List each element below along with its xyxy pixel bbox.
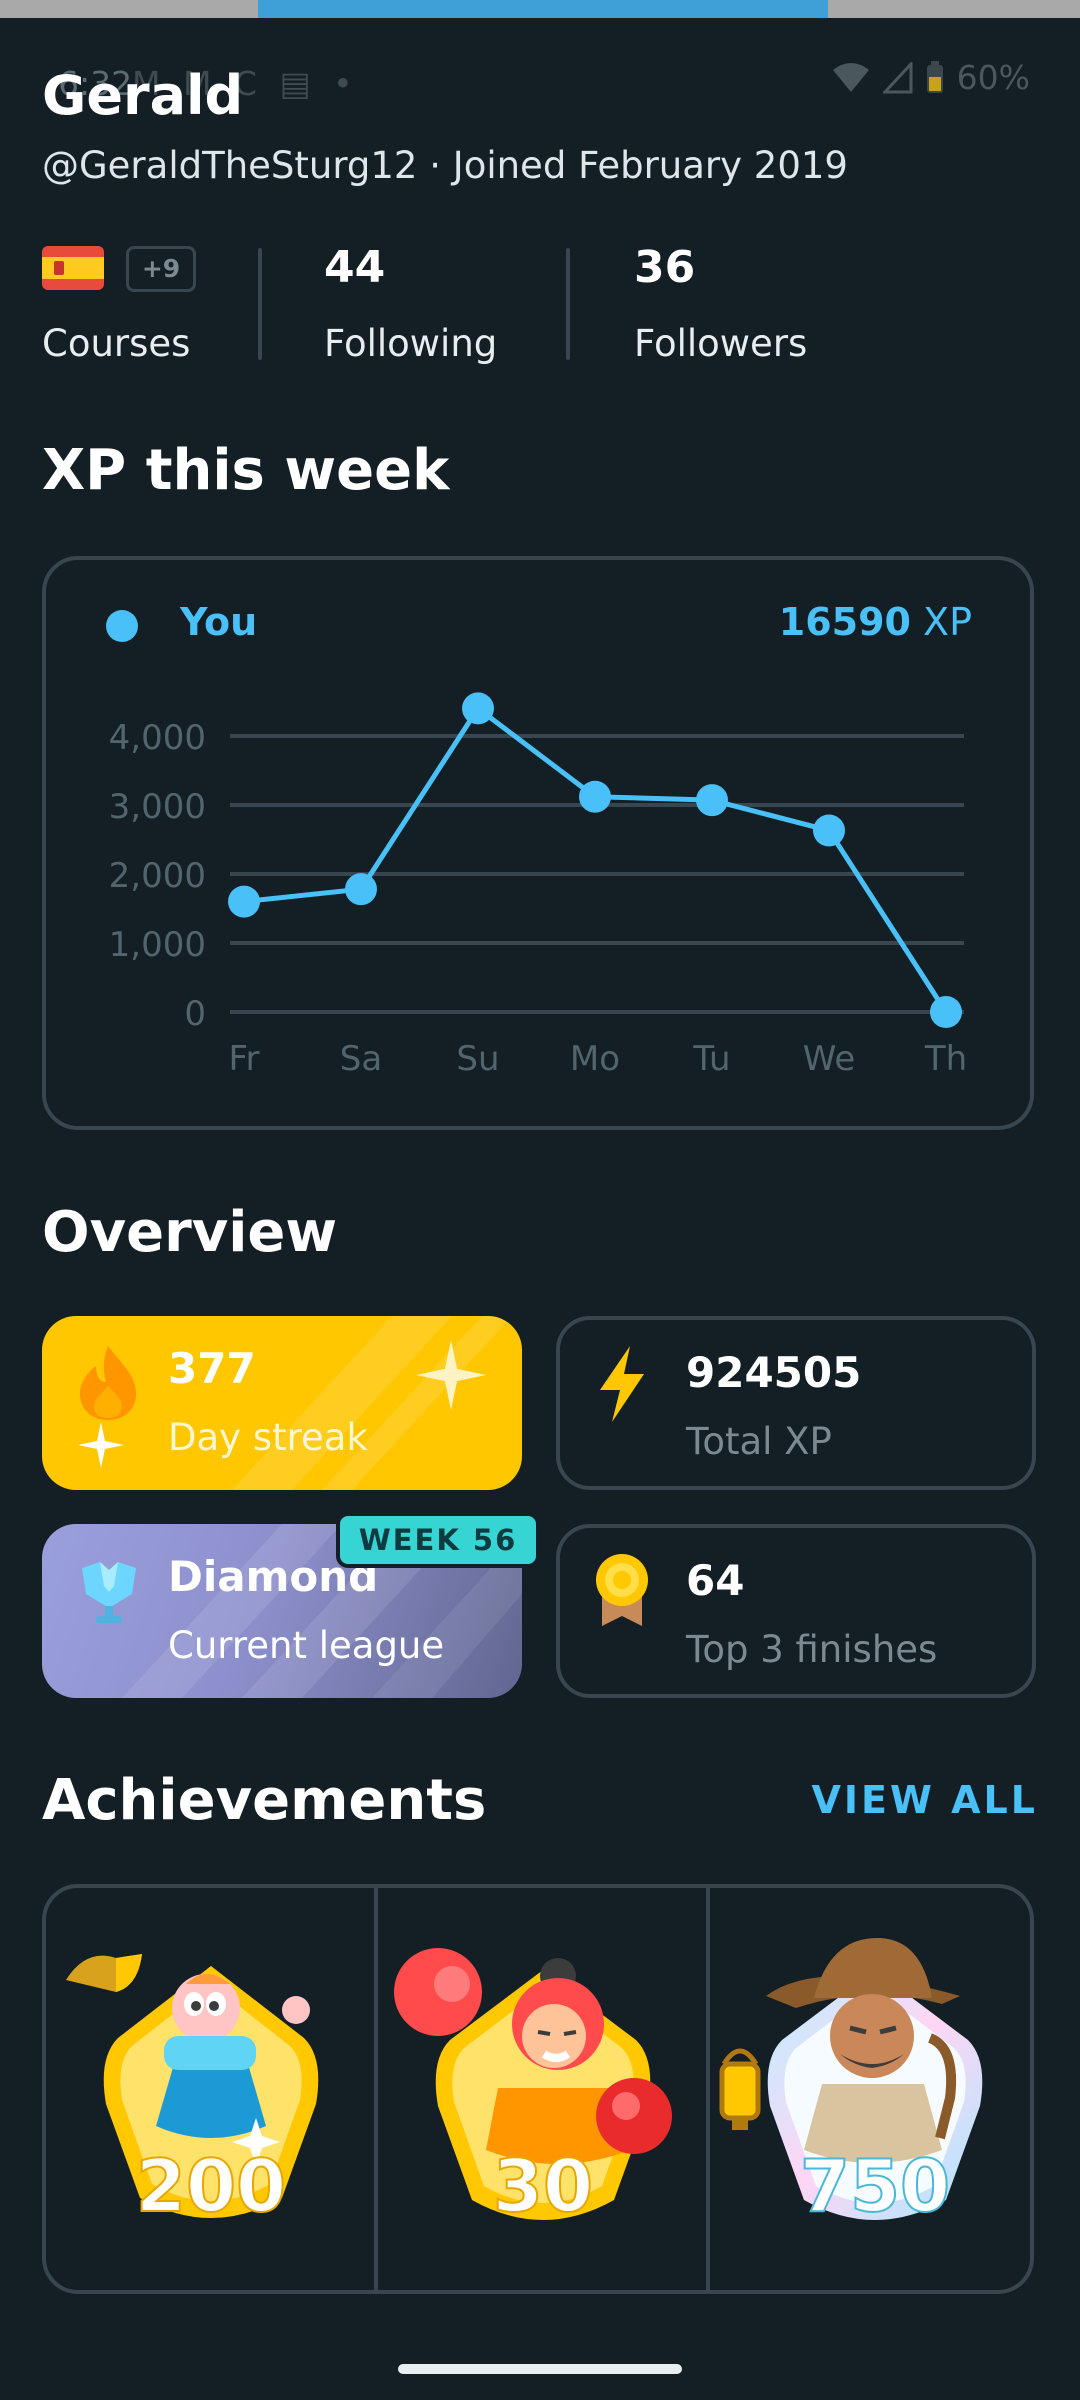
y-tick-label: 4,000 <box>109 718 206 758</box>
data-point <box>696 784 728 817</box>
top-strip-highlight <box>258 0 828 18</box>
courses-stat[interactable]: +9 Courses <box>42 240 242 370</box>
total-xp-label: Total XP <box>686 1420 832 1463</box>
total-xp-card[interactable]: 924505 Total XP <box>556 1316 1036 1490</box>
profile-stats: +9 Courses 44 Following 36 Followers <box>42 240 1042 370</box>
xp-chart-card: You 16590 XP 4,000 3,000 2,000 1,000 0 Fr Sa Su… <box>42 556 1034 1130</box>
series-line <box>243 705 949 1014</box>
flame-icon <box>80 1346 136 1420</box>
achievements-card: 200 30 750 <box>42 1884 1034 2294</box>
data-point <box>930 996 962 1028</box>
x-tick-label: Tu <box>692 1039 730 1079</box>
xp-line-chart: 4,000 3,000 2,000 1,000 0 Fr Sa Su Mo Tu We Th <box>109 692 967 1079</box>
league-week-badge: WEEK 56 <box>336 1512 540 1568</box>
x-tick-label: Su <box>456 1039 499 1079</box>
view-all-link[interactable]: VIEW ALL <box>812 1778 1039 1822</box>
top3-label: Top 3 finishes <box>686 1628 938 1671</box>
data-point <box>813 814 845 847</box>
home-indicator[interactable] <box>398 2364 682 2374</box>
stat-divider <box>566 248 570 360</box>
data-point <box>345 873 377 906</box>
following-stat[interactable]: 44 Following <box>324 240 554 370</box>
xp-section-title: XP this week <box>42 438 450 503</box>
achievements-title: Achievements <box>42 1768 487 1833</box>
courses-extra-badge: +9 <box>126 246 196 292</box>
battery-percent: 60% <box>956 58 1030 97</box>
profile-handle: @GeraldTheSturg12 · Joined February 2019 <box>42 144 848 187</box>
total-xp-value: 924505 <box>686 1348 862 1397</box>
x-tick-label: Sa <box>340 1039 382 1079</box>
following-count: 44 <box>324 242 386 293</box>
trophy-character-badge-icon <box>66 1954 319 2218</box>
achievement-badge[interactable]: 30 <box>378 1888 708 2290</box>
y-tick-label: 0 <box>184 994 206 1034</box>
sparkle-icon <box>416 1340 486 1410</box>
top3-card[interactable]: 64 Top 3 finishes <box>556 1524 1036 1698</box>
data-point <box>228 885 260 918</box>
stat-divider <box>258 248 262 360</box>
x-tick-label: Th <box>924 1039 967 1079</box>
achievement-badge[interactable]: 750 <box>710 1888 1030 2290</box>
streak-value: 377 <box>168 1344 256 1393</box>
explorer-character-badge-icon <box>719 1937 983 2220</box>
overview-title: Overview <box>42 1200 338 1265</box>
sparkle-icon <box>78 1422 124 1468</box>
followers-count: 36 <box>634 242 696 293</box>
status-right: 60% <box>831 58 1030 97</box>
data-point <box>462 692 494 725</box>
battery-icon <box>926 60 943 93</box>
diamond-league-icon <box>82 1562 136 1623</box>
x-tick-label: We <box>803 1039 856 1079</box>
followers-stat[interactable]: 36 Followers <box>634 240 864 370</box>
achievement-badge[interactable]: 200 <box>46 1888 376 2290</box>
top-screen-strip <box>0 0 1080 18</box>
profile-name: Gerald <box>42 64 244 127</box>
handle-separator: · <box>429 144 442 187</box>
achievement-number: 200 <box>135 2143 287 2229</box>
y-tick-label: 2,000 <box>109 856 206 896</box>
profile-joined: Joined February 2019 <box>452 144 848 187</box>
data-point <box>579 780 611 813</box>
x-tick-label: Fr <box>228 1039 259 1079</box>
x-tick-label: Mo <box>570 1039 620 1079</box>
followers-label: Followers <box>634 322 808 365</box>
spain-flag-icon <box>42 246 104 290</box>
medal-icon <box>596 1554 648 1626</box>
profile-username: @GeraldTheSturg12 <box>42 144 418 187</box>
y-tick-label: 3,000 <box>109 787 206 827</box>
league-label: Current league <box>168 1624 445 1667</box>
following-label: Following <box>324 322 498 365</box>
y-tick-label: 1,000 <box>109 925 206 965</box>
lightning-icon <box>600 1346 644 1422</box>
courses-label: Courses <box>42 322 191 365</box>
wifi-icon <box>832 62 869 92</box>
streak-label: Day streak <box>168 1416 368 1459</box>
achievement-number: 750 <box>799 2143 951 2229</box>
top3-value: 64 <box>686 1556 745 1605</box>
boxer-character-badge-icon <box>394 1948 672 2220</box>
streak-card[interactable]: 377 Day streak <box>42 1316 522 1490</box>
achievement-number: 30 <box>492 2143 594 2229</box>
signal-icon <box>882 61 913 93</box>
